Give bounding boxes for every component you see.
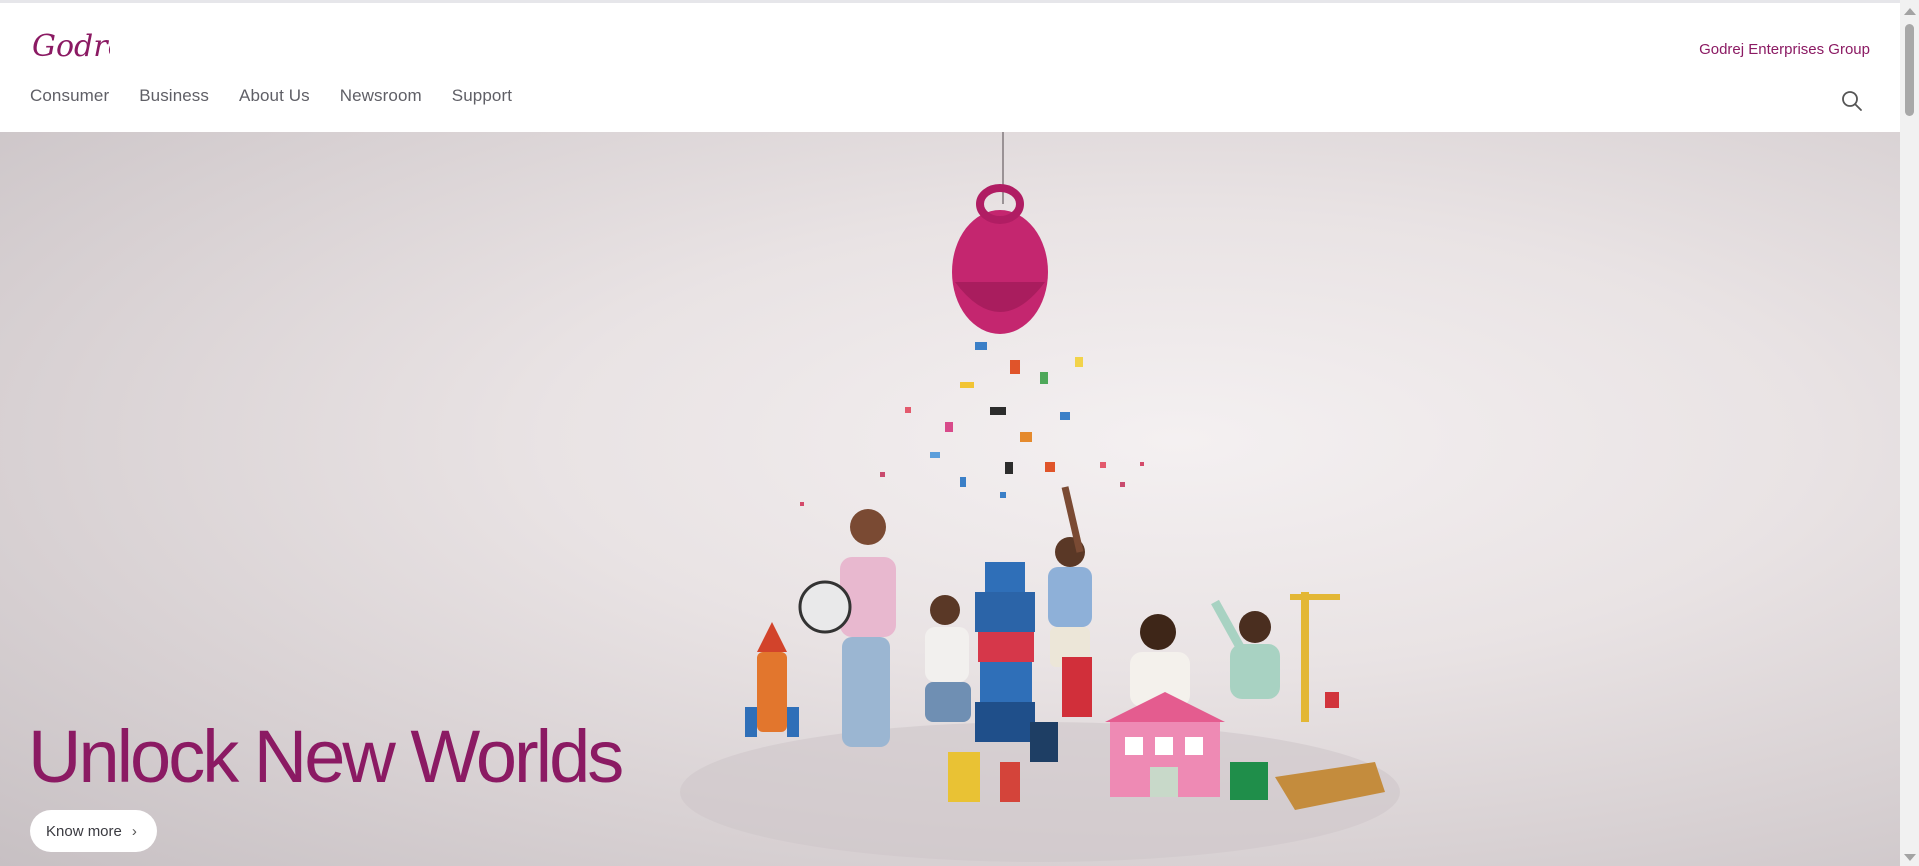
main-nav: Consumer Business About Us Newsroom Supp… — [30, 86, 542, 106]
nav-business[interactable]: Business — [139, 86, 209, 106]
godrej-logo[interactable]: Godrej — [30, 26, 110, 68]
hero-banner: Unlock New Worlds Know more › — [0, 132, 1900, 866]
nav-about-us[interactable]: About Us — [239, 86, 310, 106]
search-icon[interactable] — [1840, 89, 1864, 113]
nav-newsroom[interactable]: Newsroom — [340, 86, 422, 106]
know-more-label: Know more — [46, 822, 122, 840]
site-header: Godrej Consumer Business About Us Newsro… — [0, 3, 1900, 132]
nav-consumer[interactable]: Consumer — [30, 86, 109, 106]
scroll-up-arrow-icon[interactable] — [1904, 8, 1916, 15]
page-scrollbar[interactable] — [1900, 0, 1919, 866]
enterprises-group-link[interactable]: Godrej Enterprises Group — [1699, 41, 1870, 58]
know-more-button[interactable]: Know more › — [30, 810, 157, 852]
scrollbar-thumb[interactable] — [1905, 24, 1914, 116]
scroll-down-arrow-icon[interactable] — [1904, 854, 1916, 861]
hero-headline: Unlock New Worlds — [28, 715, 624, 798]
chevron-right-icon: › — [131, 822, 137, 840]
svg-text:Godrej: Godrej — [32, 29, 110, 64]
nav-support[interactable]: Support — [452, 86, 512, 106]
